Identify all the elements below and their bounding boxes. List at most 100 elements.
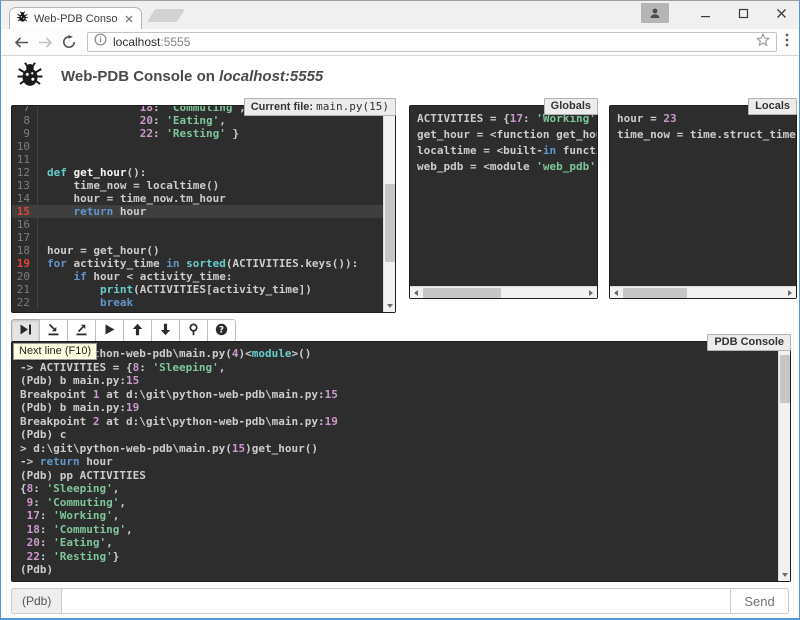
console-line: > d:\git\python-web-pdb\main.py(4)<modul… (20, 347, 770, 361)
profile-button[interactable] (641, 3, 669, 23)
line-number[interactable]: 16 (12, 218, 38, 231)
code-line: 9 22: 'Resting' } (12, 127, 383, 140)
console-line: (Pdb) b main.py:19 (20, 401, 770, 415)
code-line: 12def get_hour(): (12, 166, 383, 179)
maximize-icon[interactable] (731, 3, 755, 23)
page-info-icon[interactable] (94, 33, 107, 51)
console-line: 18: 'Commuting', (20, 523, 770, 537)
console-line: 17: 'Working', (20, 509, 770, 523)
line-number[interactable]: 14 (12, 192, 38, 205)
scroll-left-icon[interactable] (610, 287, 622, 299)
line-number[interactable]: 17 (12, 231, 38, 244)
code-line: 10 (12, 140, 383, 153)
tooltip: Next line (F10) (13, 343, 97, 360)
help-icon: ? (215, 323, 228, 339)
back-icon[interactable] (9, 36, 33, 49)
code-line: 17 (12, 231, 383, 244)
send-button[interactable]: Send (731, 588, 789, 614)
line-number[interactable]: 7 (12, 106, 38, 114)
scroll-thumb[interactable] (780, 355, 790, 403)
scroll-thumb[interactable] (623, 288, 687, 298)
continue-button[interactable] (95, 319, 124, 342)
console-line: 9: 'Commuting', (20, 496, 770, 510)
console-vertical-scrollbar[interactable] (778, 342, 790, 581)
browser-navbar: localhost:5555 (1, 29, 799, 56)
code-vertical-scrollbar[interactable] (383, 106, 395, 312)
step-over-icon (19, 323, 32, 339)
stack-down-button[interactable] (151, 319, 180, 342)
line-number[interactable]: 22 (12, 296, 38, 309)
continue-icon (103, 323, 116, 339)
locals-content: hour = 23time_now = time.struct_time(tm_… (610, 106, 796, 286)
debugger-toolbar: ? (11, 319, 236, 342)
step-out-icon (75, 323, 88, 339)
scroll-down-icon[interactable] (384, 300, 396, 312)
browser-menu-icon[interactable] (785, 33, 789, 52)
browser-titlebar: Web-PDB Console on loc (1, 1, 799, 29)
locals-line: time_now = time.struct_time(tm_yea (617, 127, 789, 143)
reload-icon[interactable] (57, 35, 81, 49)
pdb-console-panel: PDB Console > d:\git\python-web-pdb\main… (11, 341, 791, 582)
console-line: Breakpoint 2 at d:\git\python-web-pdb\ma… (20, 415, 770, 429)
forward-icon (33, 36, 57, 49)
line-number[interactable]: 20 (12, 270, 38, 283)
url-port: :5555 (160, 35, 190, 49)
close-icon[interactable] (769, 3, 793, 23)
tab-close-icon[interactable] (123, 13, 135, 25)
scroll-right-icon[interactable] (784, 287, 796, 299)
web-pdb-page: Web-PDB Console on localhost:5555 Curren… (1, 56, 799, 618)
console-line: -> return hour (20, 455, 770, 469)
browser-window: { "browser": { "tab_title": "Web-PDB Con… (0, 0, 800, 620)
console-line: 20: 'Eating', (20, 536, 770, 550)
bookmark-star-icon[interactable] (756, 33, 770, 52)
next-line-button[interactable] (11, 319, 40, 342)
locals-label: Locals (748, 98, 797, 115)
line-number[interactable]: 8 (12, 114, 38, 127)
app-header: Web-PDB Console on localhost:5555 (1, 56, 799, 97)
pdb-console-label: PDB Console (707, 334, 791, 351)
url-bar[interactable]: localhost:5555 (87, 32, 777, 52)
line-number[interactable]: 15 (12, 205, 38, 218)
line-number[interactable]: 9 (12, 127, 38, 140)
return-button[interactable] (67, 319, 96, 342)
locals-horizontal-scrollbar[interactable] (610, 286, 796, 298)
line-number[interactable]: 19 (12, 257, 38, 270)
line-number[interactable]: 10 (12, 140, 38, 153)
line-number[interactable]: 18 (12, 244, 38, 257)
scroll-thumb[interactable] (385, 184, 395, 262)
browser-tab[interactable]: Web-PDB Console on loc (9, 7, 142, 29)
code-editor: 7 18: 'Commuting',8 20: 'Eating',9 22: '… (12, 106, 383, 309)
globals-line: get_hour = <function get_hour at 0 (417, 127, 590, 143)
console-line: 22: 'Resting'} (20, 550, 770, 564)
new-tab-button[interactable] (147, 9, 185, 22)
line-number[interactable]: 13 (12, 179, 38, 192)
step-into-button[interactable] (39, 319, 68, 342)
help-button[interactable]: ? (207, 319, 236, 342)
stack-up-button[interactable] (123, 319, 152, 342)
code-line: 15 return hour (12, 205, 383, 218)
globals-horizontal-scrollbar[interactable] (410, 286, 597, 298)
console-line: (Pdb) c (20, 428, 770, 442)
globals-label: Globals (544, 98, 598, 115)
pdb-command-input[interactable] (61, 588, 731, 614)
page-title: Web-PDB Console on localhost:5555 (61, 68, 323, 85)
command-input-row: (Pdb) Send (11, 588, 789, 614)
scroll-down-icon[interactable] (779, 569, 791, 581)
scroll-left-icon[interactable] (410, 287, 422, 299)
console-line: -> ACTIVITIES = {8: 'Sleeping', (20, 361, 770, 375)
minimize-icon[interactable] (693, 3, 717, 23)
line-number[interactable]: 11 (12, 153, 38, 166)
pdb-prompt-addon: (Pdb) (11, 588, 61, 614)
current-file-name: main.py(15) (316, 100, 389, 113)
pdb-console-output: > d:\git\python-web-pdb\main.py(4)<modul… (12, 342, 778, 581)
up-arrow-icon (131, 323, 144, 339)
scroll-right-icon[interactable] (585, 287, 597, 299)
where-button[interactable] (179, 319, 208, 342)
line-number[interactable]: 21 (12, 283, 38, 296)
code-line: 18hour = get_hour() (12, 244, 383, 257)
line-number[interactable]: 12 (12, 166, 38, 179)
code-line: 22 break (12, 296, 383, 309)
console-line: {8: 'Sleeping', (20, 482, 770, 496)
code-line: 16 (12, 218, 383, 231)
scroll-thumb[interactable] (423, 288, 501, 298)
